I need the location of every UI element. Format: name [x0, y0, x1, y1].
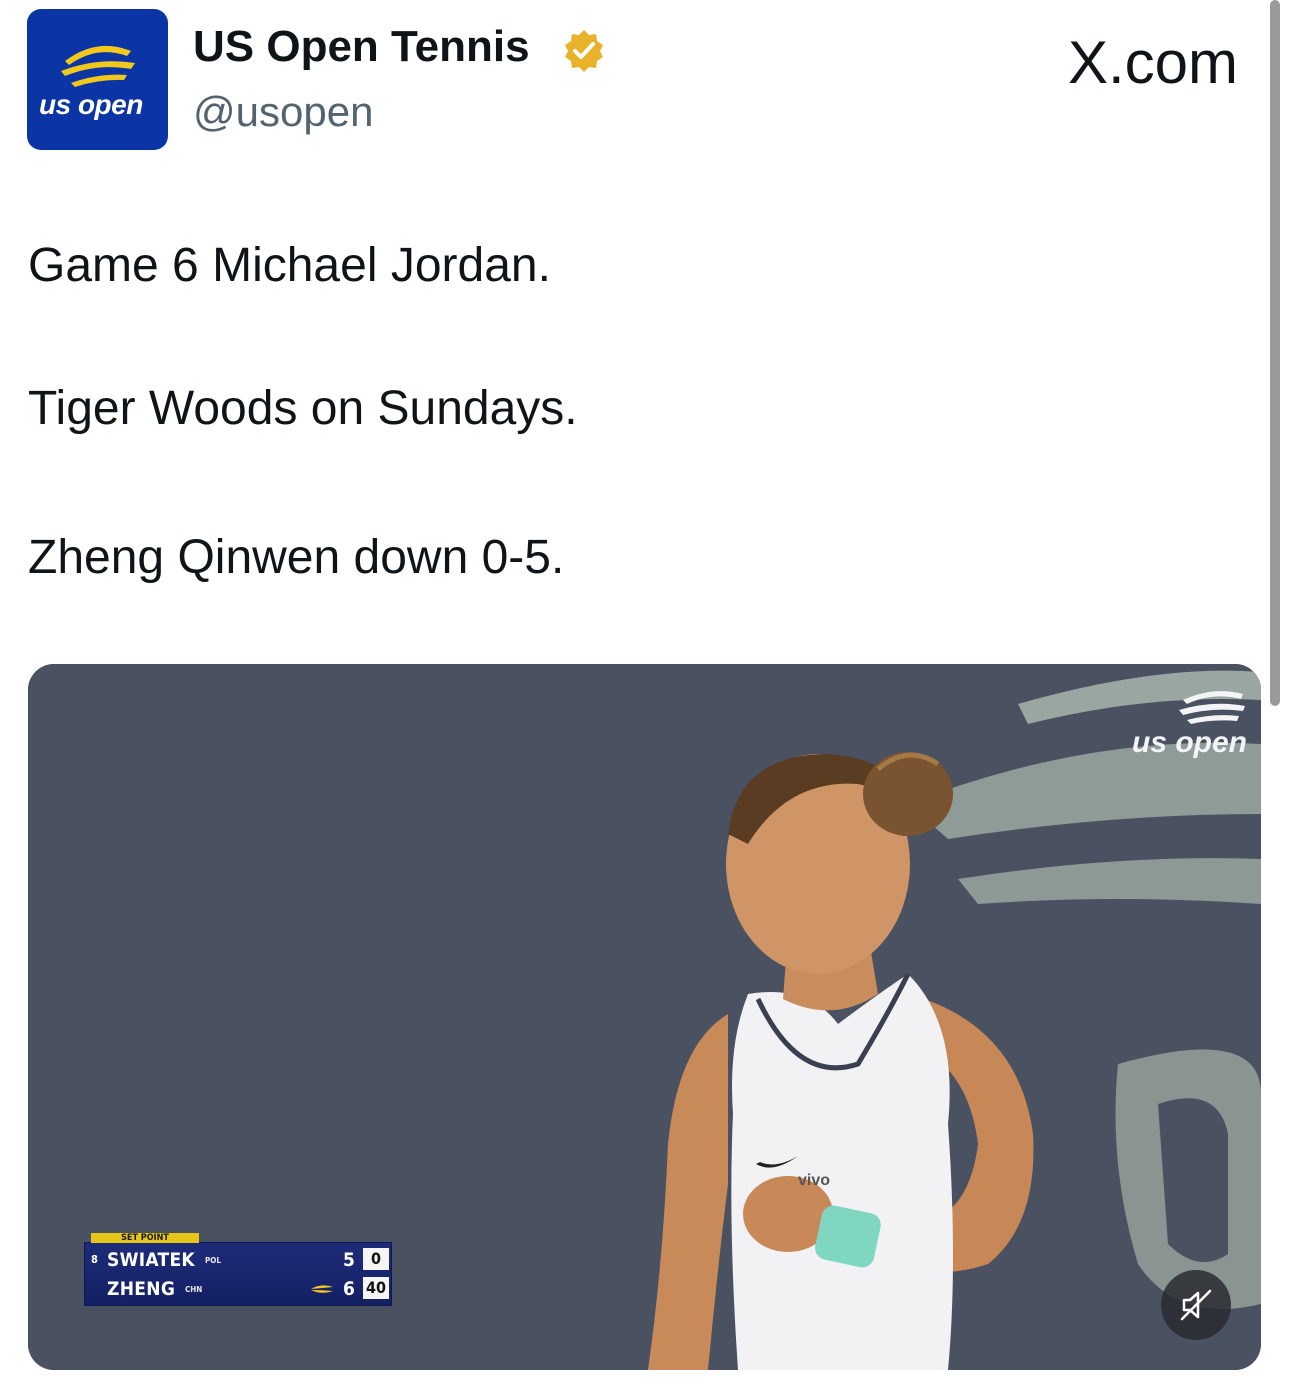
serving-indicator-icon [311, 1285, 333, 1293]
author-avatar[interactable]: us open [27, 9, 168, 150]
us-open-logo-icon [61, 45, 135, 87]
author-display-name[interactable]: US Open Tennis [193, 22, 530, 72]
player-games: 5 [343, 1249, 355, 1271]
scoreboard-row: ZHENG CHN 6 40 [85, 1274, 391, 1304]
tweet-text-line: Tiger Woods on Sundays. [28, 382, 578, 435]
author-handle[interactable]: @usopen [193, 88, 373, 136]
mute-toggle-button[interactable] [1161, 1270, 1231, 1340]
player-name: SWIATEK [107, 1249, 195, 1271]
scoreboard-row: 8 SWIATEK POL 5 0 [85, 1245, 391, 1275]
player-country: POL [205, 1256, 221, 1265]
scoreboard-overlay: SET POINT 8 SWIATEK POL 5 0 ZHENG CHN 6 … [84, 1233, 392, 1306]
tweet-text-line: Zheng Qinwen down 0-5. [28, 531, 565, 584]
avatar-logo-text: us open [39, 89, 143, 120]
scrollbar[interactable] [1270, 0, 1280, 706]
us-open-watermark-icon [1179, 691, 1245, 724]
speaker-muted-icon [1180, 1289, 1212, 1321]
verified-badge-icon [565, 30, 603, 72]
tweet-video[interactable]: us open vivo SET POINT 8 SWIATEK POL 5 0… [28, 664, 1261, 1370]
player-points: 0 [363, 1248, 389, 1270]
player-country: CHN [185, 1285, 203, 1294]
shirt-logo-text: vivo [798, 1172, 831, 1189]
player-seed: 8 [91, 1253, 98, 1266]
tweet-text-line: Game 6 Michael Jordan. [28, 239, 551, 292]
player-points: 40 [363, 1277, 389, 1299]
video-logo-text: us open [1132, 726, 1248, 759]
player-games: 6 [343, 1278, 355, 1300]
site-watermark: X.com [1067, 29, 1238, 96]
scoreboard-tab: SET POINT [91, 1233, 199, 1243]
player-name: ZHENG [107, 1278, 176, 1300]
